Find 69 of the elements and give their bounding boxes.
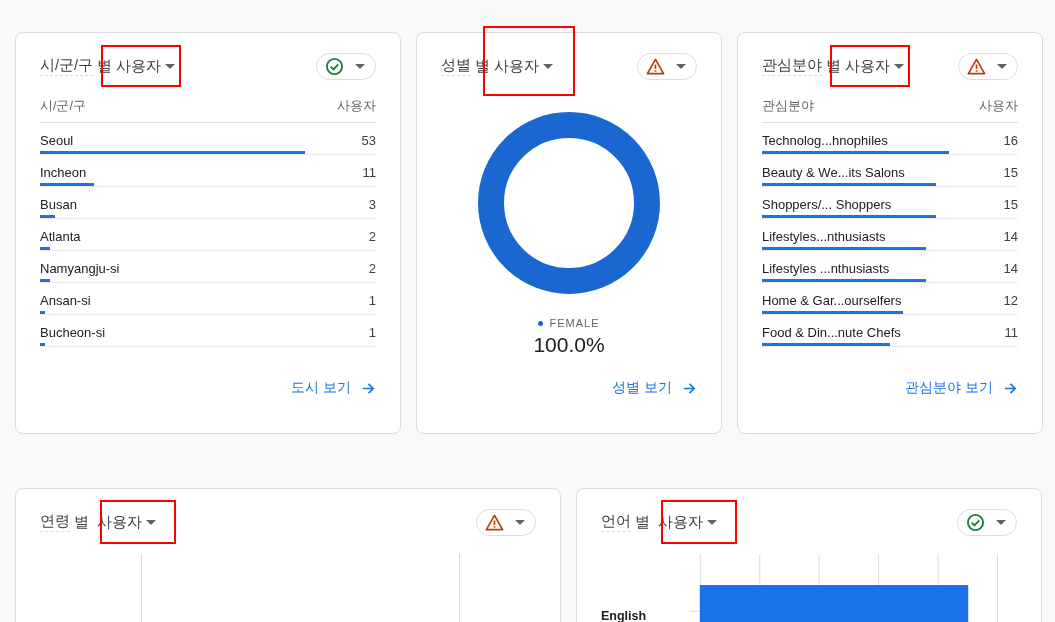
table-cell: Bucheon-si <box>40 325 106 340</box>
metric-dropdown[interactable]: 사용자 <box>494 56 553 76</box>
dimension-label: 관심분야 <box>762 56 822 76</box>
warning-icon <box>646 56 665 76</box>
table-cell: 14 <box>1003 261 1018 276</box>
warning-icon <box>485 512 504 532</box>
table-cell: Lifestyles ...nthusiasts <box>762 261 890 276</box>
table-cell: 53 <box>361 133 376 148</box>
caret-icon <box>146 519 156 525</box>
axis-label: English <box>601 608 648 622</box>
table-cell: 11 <box>1004 325 1018 340</box>
percent-value: 100.0% <box>533 333 605 357</box>
dimension-label: 성별 <box>441 56 471 76</box>
table-cell: Namyangju-si <box>40 261 120 276</box>
table-cell: 15 <box>1003 165 1018 180</box>
table-cell: Busan <box>40 197 77 212</box>
table-cell: Ansan-si <box>40 293 91 308</box>
table-cell: Atlanta <box>40 229 81 244</box>
view-link[interactable]: 도시 보기 <box>291 379 376 397</box>
check-circle-icon <box>966 512 985 532</box>
metric-dropdown[interactable]: 사용자 <box>845 56 904 76</box>
title-text: 별 <box>74 512 89 532</box>
legend-label: FEMALE <box>549 317 600 329</box>
status-dropdown[interactable] <box>957 508 1017 536</box>
table-cell: Incheon <box>40 165 87 180</box>
status-dropdown[interactable] <box>316 52 376 80</box>
table-cell: 1 <box>368 293 376 308</box>
table-cell: Seoul <box>40 133 74 148</box>
caret-icon <box>894 63 904 69</box>
status-dropdown[interactable] <box>637 52 697 80</box>
metric-dropdown[interactable]: 사용자 <box>116 56 176 76</box>
table-cell: 11 <box>362 165 376 180</box>
caret-icon <box>355 63 365 69</box>
table-cell: Home & Gar...ourselfers <box>762 293 902 308</box>
table-cell: 15 <box>1003 197 1018 212</box>
table-cell: 1 <box>368 325 376 340</box>
column-header: 사용자 <box>337 98 376 115</box>
view-link[interactable]: 성별 보기 <box>612 379 697 397</box>
table-cell: 2 <box>368 261 376 276</box>
table-cell: Technolog...hnophiles <box>762 133 888 148</box>
table-cell: 3 <box>368 197 376 212</box>
caret-icon <box>543 63 553 69</box>
caret-icon <box>676 63 686 69</box>
status-dropdown[interactable] <box>958 52 1018 80</box>
caret-icon <box>165 63 176 69</box>
legend-dot <box>538 320 544 326</box>
table-cell: Beauty & We...its Salons <box>762 165 905 180</box>
dimension-label: 시/군/구 <box>40 56 94 76</box>
caret-icon <box>996 519 1006 525</box>
check-circle-icon <box>325 56 344 76</box>
table-cell: Lifestyles...nthusiasts <box>762 229 886 244</box>
column-header: 관심분야 <box>762 98 814 115</box>
table-cell: 2 <box>368 229 376 244</box>
dimension-label: 연령 <box>40 512 70 532</box>
title-text: 별 <box>635 512 650 532</box>
view-link[interactable]: 관심분야 보기 <box>905 379 1018 397</box>
column-header: 시/군/구 <box>40 98 86 115</box>
dimension-label: 언어 <box>601 512 631 532</box>
table-cell: 14 <box>1003 229 1018 244</box>
column-header: 사용자 <box>979 98 1018 115</box>
table-cell: 16 <box>1003 133 1018 148</box>
caret-icon <box>997 63 1007 69</box>
table-cell: Shoppers/... Shoppers <box>762 197 892 212</box>
status-dropdown[interactable] <box>476 508 536 536</box>
table-cell: 12 <box>1003 293 1018 308</box>
caret-icon <box>515 519 525 525</box>
warning-icon <box>967 56 986 76</box>
caret-icon <box>707 519 717 525</box>
table-cell: Food & Din...nute Chefs <box>762 325 901 340</box>
